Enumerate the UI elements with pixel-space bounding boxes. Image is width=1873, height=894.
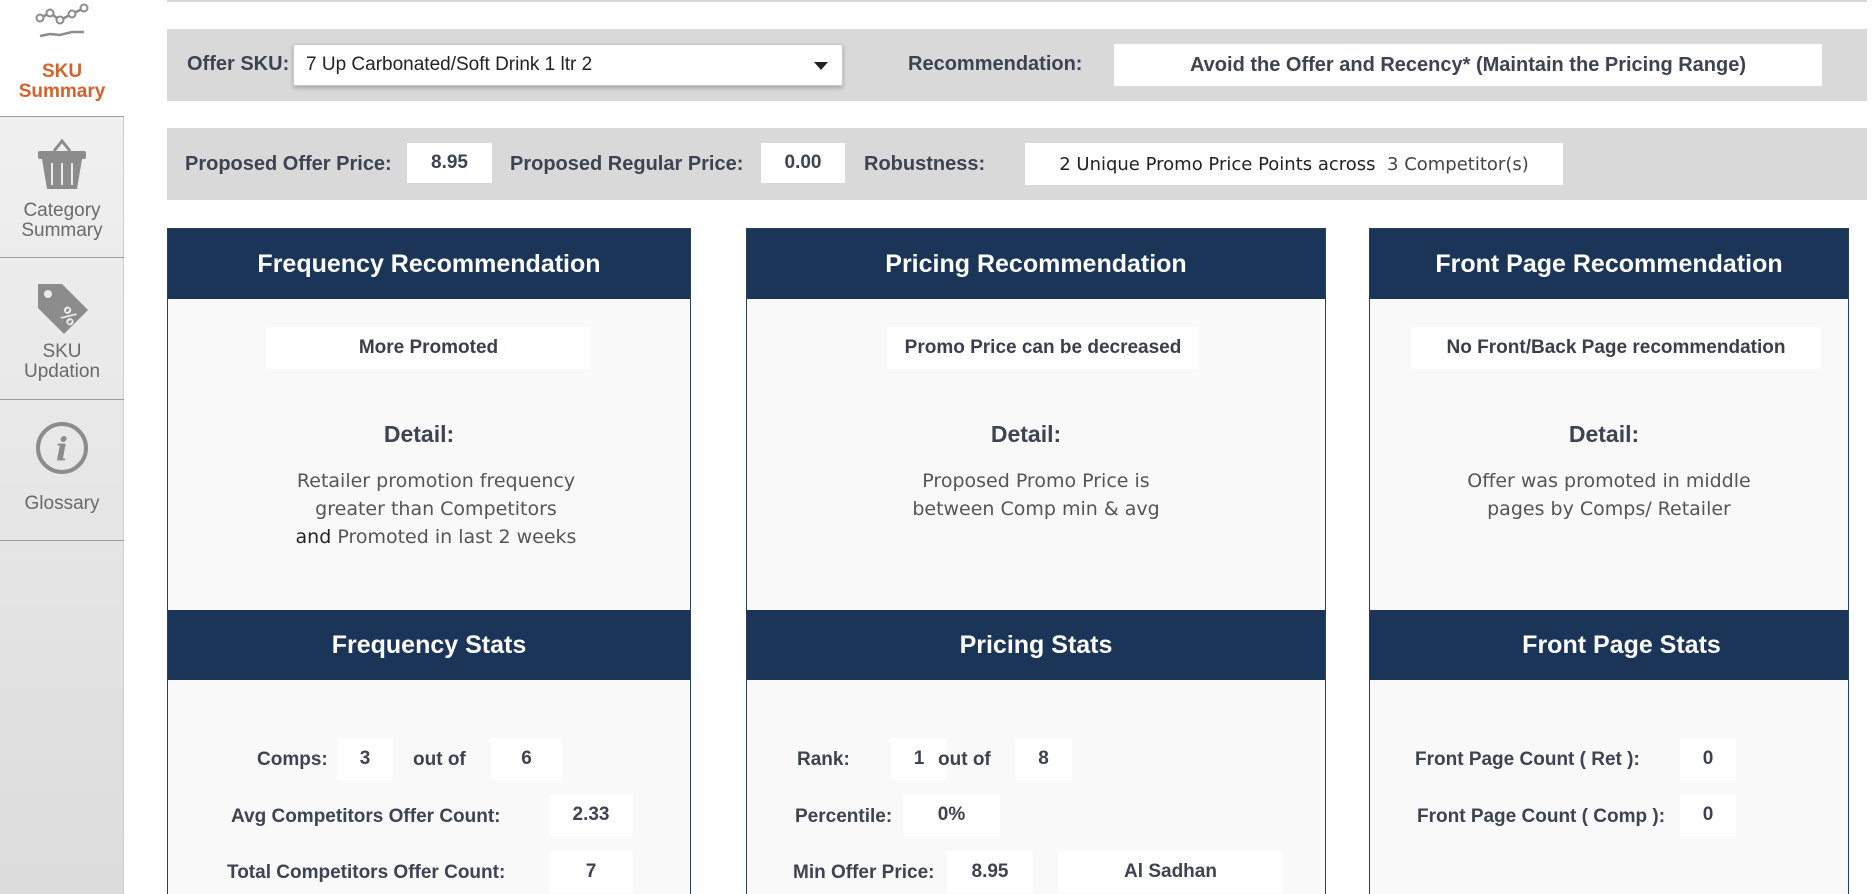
comps-out-of-label: out of [413,749,466,770]
front-page-card: Front Page Recommendation No Front/Back … [1369,228,1849,894]
line-chart-icon [35,3,89,38]
robustness-value: 2 Unique Promo Price Points across 3 Com… [1025,143,1563,185]
pricing-recommendation-header: Pricing Recommendation [747,229,1325,299]
front-page-count-ret-value: 0 [1680,738,1736,780]
sidebar-item-label: Glossary [24,493,100,514]
sku-filter-bar: Offer SKU: 7 Up Carbonated/Soft Drink 1 … [167,29,1867,101]
price-tag-icon: % [38,284,88,334]
front-page-detail-text: Offer was promoted in middle pages by Co… [1467,470,1751,520]
frequency-card: Frequency Recommendation More Promoted D… [167,228,691,894]
front-page-count-comp-value: 0 [1680,794,1736,836]
front-page-recommendation-header: Front Page Recommendation [1370,229,1848,299]
total-competitors-offer-count-label: Total Competitors Offer Count: [227,862,506,883]
sidebar-item-sku-summary[interactable]: SKU Summary [0,0,124,117]
front-page-stats-header: Front Page Stats [1370,610,1848,680]
pricing-recommendation-value: Promo Price can be decreased [887,327,1199,369]
frequency-detail-text: Retailer promotion frequency greater tha… [295,470,577,548]
offer-sku-value: 7 Up Carbonated/Soft Drink 1 ltr 2 [306,54,593,75]
price-input-bar: Proposed Offer Price: 8.95 Proposed Regu… [167,128,1867,200]
sidebar-item-label: SKU Updation [23,341,101,382]
frequency-stats-header: Frequency Stats [168,610,690,680]
offer-sku-label: Offer SKU: [187,53,290,75]
rank-label: Rank: [797,749,850,770]
frequency-detail-title: Detail: [383,421,455,447]
top-divider [167,0,1867,2]
recommendation-value: Avoid the Offer and Recency* (Maintain t… [1114,44,1822,86]
offer-sku-dropdown[interactable]: 7 Up Carbonated/Soft Drink 1 ltr 2 [293,44,843,86]
percentile-label: Percentile: [795,806,893,827]
rank-out-of-label: out of [938,749,991,770]
total-competitors-offer-count-value: 7 [549,851,633,893]
proposed-offer-price-input[interactable]: 8.95 [407,143,492,183]
pricing-card: Pricing Recommendation Promo Price can b… [746,228,1326,894]
robustness-label: Robustness: [864,153,986,175]
proposed-offer-price-label: Proposed Offer Price: [185,153,392,175]
proposed-regular-price-label: Proposed Regular Price: [510,153,744,175]
sidebar-item-glossary[interactable]: i Glossary [0,400,124,541]
comps-out-of-value: 6 [491,738,562,780]
comps-value: 3 [337,738,393,780]
recommendation-label: Recommendation: [908,53,1083,75]
pricing-detail-title: Detail: [990,421,1062,447]
percentile-value: 0% [903,794,1000,836]
sidebar-item-label: SKU Summary [18,61,106,102]
sidebar: SKU Summary Category Summary % SKU Updat… [0,0,124,894]
main-content: Offer SKU: 7 Up Carbonated/Soft Drink 1 … [124,0,1873,894]
sidebar-item-sku-updation[interactable]: % SKU Updation [0,258,124,400]
min-offer-price-value: 8.95 [947,851,1033,893]
sidebar-item-category-summary[interactable]: Category Summary [0,117,124,258]
avg-competitors-offer-count-label: Avg Competitors Offer Count: [231,806,501,827]
avg-competitors-offer-count-value: 2.33 [549,794,633,836]
front-page-count-comp-label: Front Page Count ( Comp ): [1417,806,1666,827]
info-icon: i [36,422,88,474]
sidebar-item-label: Category Summary [21,200,103,241]
front-page-count-ret-label: Front Page Count ( Ret ): [1415,749,1640,770]
pricing-stats-header: Pricing Stats [747,610,1325,680]
frequency-recommendation-header: Frequency Recommendation [168,229,690,299]
svg-text:i: i [56,430,68,468]
min-offer-retailer: Al Sadhan [1058,851,1283,893]
frequency-recommendation-value: More Promoted [266,327,591,369]
rank-out-of-value: 8 [1015,738,1072,780]
pricing-detail-text: Proposed Promo Price is between Comp min… [912,470,1160,520]
front-page-detail-title: Detail: [1568,421,1640,447]
comps-label: Comps: [257,749,328,770]
min-offer-price-label: Min Offer Price: [793,862,935,883]
basket-icon [38,138,86,189]
front-page-recommendation-value: No Front/Back Page recommendation [1411,327,1821,369]
proposed-regular-price-input[interactable]: 0.00 [761,143,845,183]
chevron-down-icon[interactable] [814,62,828,70]
